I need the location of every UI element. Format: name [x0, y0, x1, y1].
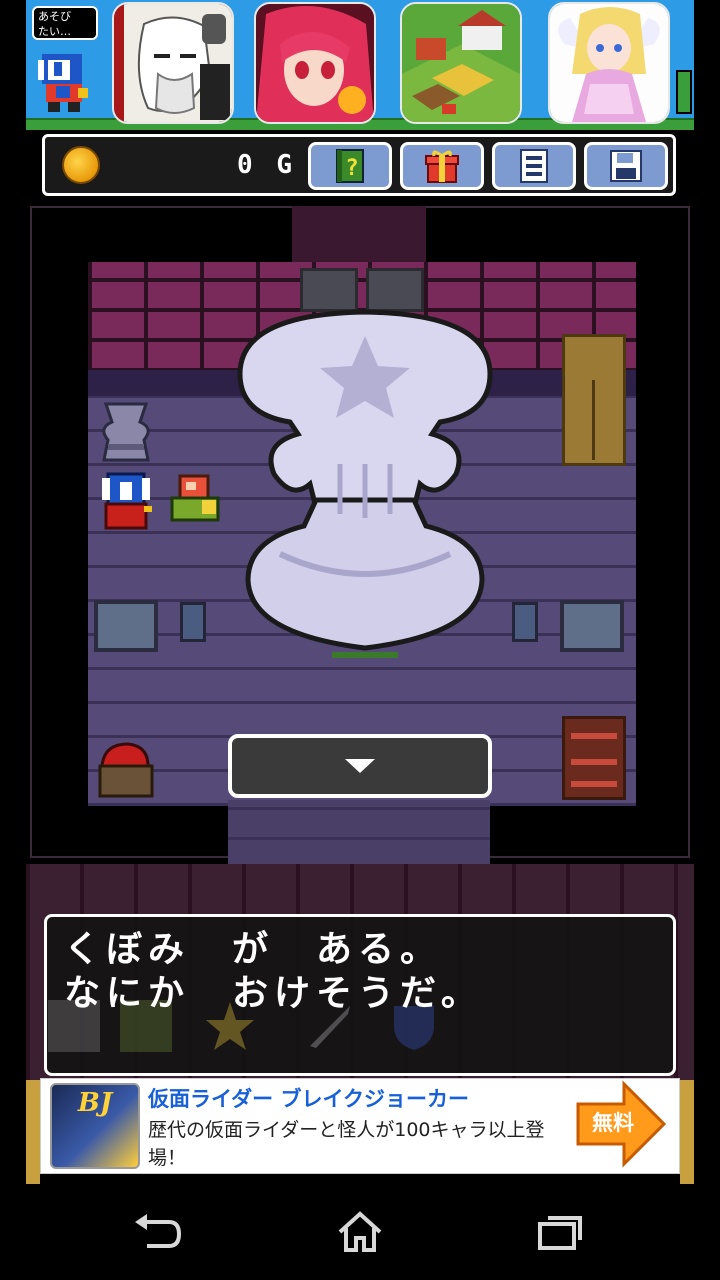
back-button[interactable] — [128, 1206, 188, 1258]
green-dwarf-npc[interactable] — [168, 470, 224, 526]
ad-title[interactable]: 仮面ライダー ブレイクジョーカー — [148, 1084, 568, 1114]
right-desk[interactable] — [560, 600, 624, 652]
gift-icon — [425, 150, 459, 183]
home-icon — [338, 1211, 382, 1252]
app-tile-angel-girl[interactable] — [548, 2, 670, 124]
left-chair[interactable] — [180, 602, 206, 642]
free-badge-label: 無料 — [592, 1111, 634, 1135]
small-vase-pedestal[interactable] — [98, 400, 154, 464]
promo-bush-icon — [676, 70, 692, 114]
svg-text:?: ? — [345, 156, 358, 181]
down-triangle-icon — [345, 759, 375, 773]
room-doorway[interactable] — [292, 206, 426, 266]
ad-icon-label: BJ — [77, 1088, 113, 1118]
menu-list-button[interactable] — [492, 142, 576, 190]
move-down-button[interactable] — [228, 734, 492, 798]
left-edge-trim — [26, 1080, 40, 1184]
list-icon — [520, 149, 548, 183]
dialog-line-2: なにか おけそうだ。 — [64, 973, 483, 1014]
recent-apps-button[interactable] — [530, 1206, 590, 1258]
bookshelf[interactable] — [562, 716, 626, 800]
asobi-speech-bubble[interactable]: あそび たい… — [32, 6, 98, 40]
dialog-line-1: くぼみ が ある。 — [64, 929, 443, 970]
recent-apps-icon — [538, 1216, 582, 1250]
south-corridor — [228, 800, 490, 870]
app-tile-red-hair-girl[interactable] — [254, 2, 376, 124]
floppy-disk-icon — [610, 150, 642, 182]
star-pedestal-statue[interactable] — [220, 304, 510, 658]
right-chair[interactable] — [512, 602, 538, 642]
app-tile-old-man[interactable] — [112, 2, 234, 124]
ad-description: 歴代の仮面ライダーと怪人が100キャラ以上登場！ — [148, 1119, 545, 1169]
red-hat-npc[interactable] — [94, 740, 158, 800]
player-hero[interactable] — [98, 470, 154, 532]
save-button[interactable] — [584, 142, 668, 190]
gold-coin-icon — [62, 146, 100, 184]
back-arrow-icon — [135, 1214, 182, 1248]
hint-book-button[interactable]: ? — [308, 142, 392, 190]
app-tile-farm-game[interactable] — [400, 2, 522, 124]
gold-amount: 0 G — [237, 150, 296, 180]
home-button[interactable] — [330, 1206, 390, 1258]
asobi-mascot-icon[interactable] — [34, 48, 98, 114]
gift-button[interactable] — [400, 142, 484, 190]
wardrobe-door-seam — [592, 380, 595, 460]
left-desk[interactable] — [94, 600, 158, 652]
hint-book-icon: ? — [336, 149, 364, 183]
right-edge-trim — [680, 1080, 694, 1184]
